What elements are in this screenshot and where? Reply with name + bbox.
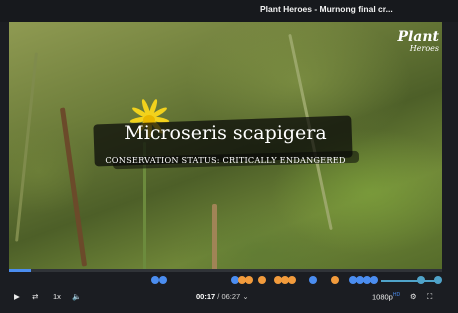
quality-label: 1080p	[372, 292, 393, 302]
logo-line1: Plant	[397, 29, 439, 45]
duration: 06:27	[221, 292, 241, 301]
marker-dot[interactable]	[288, 276, 296, 284]
window-title: Plant Heroes - Murnong final cr...	[260, 4, 393, 14]
settings-icon[interactable]: ⚙	[410, 292, 417, 301]
species-name: Microseris scapigera	[124, 122, 327, 144]
video-viewport[interactable]: Microseris scapigera CONSERVATION STATUS…	[9, 22, 442, 271]
chapter-markers[interactable]	[9, 274, 442, 286]
marker-dot[interactable]	[258, 276, 266, 284]
marker-dot[interactable]	[434, 276, 442, 284]
marker-dot[interactable]	[309, 276, 317, 284]
play-icon[interactable]: ▶	[14, 292, 20, 301]
hd-badge: HD	[392, 292, 401, 298]
grass-stem	[15, 52, 38, 242]
current-time: 00:17	[196, 292, 216, 301]
marker-dot[interactable]	[331, 276, 339, 284]
loop-icon[interactable]: ⇄	[32, 292, 38, 301]
time-display[interactable]: 00:17 / 06:27 ⌄	[196, 292, 249, 301]
player-controls: ▶ ⇄ 1x 🔈 00:17 / 06:27 ⌄ 1080pHD ⚙ ⛶	[0, 288, 458, 308]
chevron-down-icon: ⌄	[240, 292, 249, 301]
seek-bar-fill	[9, 269, 31, 272]
marker-dot[interactable]	[417, 276, 425, 284]
quality-button[interactable]: 1080pHD	[372, 292, 400, 302]
grass-stem	[212, 204, 217, 271]
logo-line2: Heroes	[409, 44, 439, 53]
speed-button[interactable]: 1x	[53, 292, 61, 301]
fullscreen-icon[interactable]: ⛶	[427, 292, 432, 302]
volume-icon[interactable]: 🔈	[72, 292, 81, 301]
marker-dot[interactable]	[370, 276, 378, 284]
plant-heroes-logo: Plant Heroes	[395, 30, 439, 60]
marker-dot[interactable]	[151, 276, 159, 284]
marker-dot[interactable]	[245, 276, 253, 284]
marker-line	[381, 280, 437, 282]
marker-dot[interactable]	[159, 276, 167, 284]
seek-bar[interactable]	[9, 269, 442, 272]
conservation-status: CONSERVATION STATUS: CRITICALLY ENDANGER…	[105, 155, 346, 165]
window-titlebar: Plant Heroes - Murnong final cr...	[0, 0, 458, 22]
